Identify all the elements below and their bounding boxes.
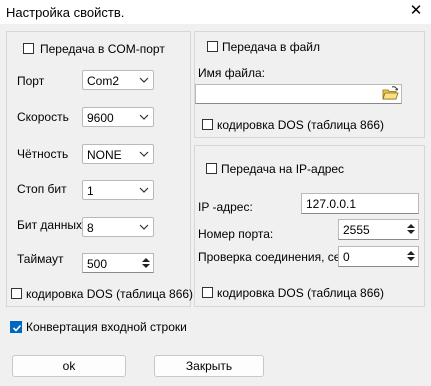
file-dos-label: кодировка DOS (таблица 866) [217, 118, 385, 132]
window-title: Настройка свойств. [6, 5, 125, 20]
ok-button[interactable]: ok [12, 355, 126, 377]
file-enable-checkbox[interactable] [207, 41, 218, 52]
close-icon[interactable]: ✕ [407, 2, 425, 20]
ip-port-spinner[interactable]: 2555 [338, 219, 419, 240]
ip-dos-label: кодировка DOS (таблица 866) [217, 286, 385, 300]
timeout-spinner[interactable]: 500 [82, 253, 154, 273]
convert-checkbox[interactable] [10, 321, 22, 333]
timeout-label: Таймаут [17, 252, 64, 266]
ip-address-input[interactable]: 127.0.0.1 [301, 193, 419, 214]
port-select-value: Com2 [87, 74, 120, 88]
close-button[interactable]: Закрыть [154, 355, 264, 377]
chevron-down-icon [139, 77, 149, 83]
chevron-down-icon [139, 187, 149, 193]
convert-label: Конвертация входной строки [26, 320, 187, 334]
databits-select[interactable]: 8 [82, 217, 154, 237]
file-dos-checkbox[interactable] [202, 119, 213, 130]
com-enable-label: Передача в COM-порт [40, 42, 165, 56]
check-interval-label: Проверка соединения, сек [198, 250, 346, 264]
check-interval-spinner[interactable]: 0 [338, 246, 419, 267]
com-enable-checkbox[interactable] [23, 43, 34, 54]
checkmark-icon [12, 324, 22, 332]
speed-select-value: 9600 [87, 111, 114, 125]
ip-dos-checkbox[interactable] [202, 287, 213, 298]
timeout-value: 500 [87, 257, 108, 271]
file-enable-label: Передача в файл [222, 40, 321, 54]
ip-port-value: 2555 [343, 223, 370, 237]
port-select[interactable]: Com2 [82, 70, 154, 90]
chevron-down-icon [139, 151, 149, 157]
check-interval-value: 0 [343, 250, 350, 264]
databits-select-value: 8 [87, 221, 94, 235]
folder-open-icon[interactable] [381, 85, 401, 103]
chevron-down-icon [139, 224, 149, 230]
parity-select[interactable]: NONE [82, 144, 154, 164]
parity-label: Чётность [17, 147, 69, 161]
speed-select[interactable]: 9600 [82, 107, 154, 127]
stopbits-select-value: 1 [87, 184, 94, 198]
filename-input[interactable] [195, 84, 402, 104]
com-dos-checkbox[interactable] [11, 288, 22, 299]
filename-label: Имя файла: [198, 66, 265, 80]
stopbits-select[interactable]: 1 [82, 180, 154, 200]
stopbits-label: Стоп бит [17, 182, 67, 196]
chevron-down-icon [139, 114, 149, 120]
ip-port-label: Номер порта: [198, 227, 274, 241]
databits-label: Бит данных [17, 218, 82, 232]
ip-enable-checkbox[interactable] [206, 163, 217, 174]
spinner-arrows-icon[interactable] [140, 255, 152, 271]
ip-address-value: 127.0.0.1 [306, 197, 357, 211]
spinner-arrows-icon[interactable] [405, 221, 417, 237]
port-label: Порт [17, 74, 45, 88]
ip-address-label: IP -адрес: [198, 200, 253, 214]
speed-label: Скорость [17, 110, 69, 124]
com-dos-label: кодировка DOS (таблица 866) [26, 287, 194, 301]
ip-enable-label: Передача на IP-адрес [221, 162, 345, 176]
spinner-arrows-icon[interactable] [405, 248, 417, 264]
parity-select-value: NONE [87, 148, 122, 162]
